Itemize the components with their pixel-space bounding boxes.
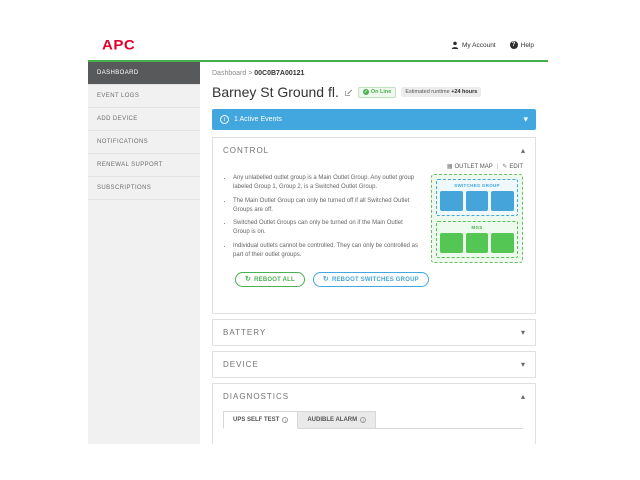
sidebar-item-renewal-support[interactable]: RENEWAL SUPPORT [88, 154, 200, 177]
device-section: DEVICE ▾ [212, 351, 536, 379]
breadcrumb-device-id: 00C0B7A00121 [254, 70, 305, 77]
reboot-all-button[interactable]: ↻ REBOOT ALL [235, 272, 305, 288]
runtime-label: Estimated runtime [405, 89, 452, 95]
control-note: Switched Outlet Groups can only be turne… [233, 219, 419, 238]
outlet-square[interactable] [440, 233, 463, 253]
control-links: ▦ OUTLET MAP | ✎ EDIT [213, 163, 535, 174]
tab-ups-self-test[interactable]: UPS SELF TEST i [223, 411, 299, 430]
sidebar: DASHBOARD EVENT LOGS ADD DEVICE NOTIFICA… [88, 62, 200, 444]
page-canvas: APC My Account ? Help DASHBOARD EVENT LO… [0, 0, 640, 480]
info-icon: i [282, 417, 289, 424]
active-events-banner[interactable]: i 1 Active Events ▾ [212, 109, 536, 130]
battery-header[interactable]: BATTERY ▾ [213, 320, 535, 345]
topbar-right: My Account ? Help [451, 41, 534, 49]
help-icon: ? [509, 41, 518, 49]
my-account-label: My Account [462, 41, 496, 49]
active-events-label: 1 Active Events [234, 116, 282, 123]
control-body: Any unlabelled outlet group is a Main Ou… [213, 174, 535, 264]
sidebar-item-subscriptions[interactable]: SUBSCRIPTIONS [88, 177, 200, 200]
main-content: Dashboard > 00C0B7A00121 Barney St Groun… [200, 62, 548, 444]
diagnostics-header[interactable]: DIAGNOSTICS ▴ [213, 384, 535, 409]
outlet-square[interactable] [465, 233, 489, 253]
outlet-group-switches-label: SWITCHES GROUP [454, 183, 500, 188]
status-badge-label: On Line [370, 89, 392, 95]
device-title: DEVICE [223, 360, 259, 370]
person-icon [451, 41, 459, 49]
control-section: CONTROL ▴ ▦ OUTLET MAP | ✎ EDIT • Any un… [212, 137, 536, 315]
runtime-badge: Estimated runtime +24 hours [401, 87, 482, 97]
control-header[interactable]: CONTROL ▴ [213, 138, 535, 163]
outlet-row [440, 233, 515, 253]
status-badge: ✓ On Line [357, 86, 397, 98]
chevron-down-icon[interactable]: ▾ [521, 328, 525, 337]
page-title: Barney St Ground fl. [212, 84, 339, 100]
reboot-switches-label: REBOOT SWITCHES GROUP [331, 276, 419, 283]
outlet-group-main[interactable]: MGS [436, 221, 518, 258]
apc-logo: APC [102, 37, 136, 53]
app-window: APC My Account ? Help DASHBOARD EVENT LO… [88, 30, 548, 444]
sidebar-item-add-device[interactable]: ADD DEVICE [88, 108, 200, 131]
tab-bar: UPS SELF TEST i AUDIBLE ALARM i [223, 411, 525, 430]
help-label: Help [520, 41, 534, 49]
chevron-up-icon[interactable]: ▴ [521, 146, 525, 155]
my-account-button[interactable]: My Account [451, 41, 496, 49]
check-icon: ✓ [362, 89, 369, 95]
edit-link-label: EDIT [509, 163, 523, 170]
info-icon: i [220, 115, 229, 124]
tab-audible-alarm[interactable]: AUDIBLE ALARM i [298, 411, 377, 430]
outlet-group-main-label: MGS [471, 225, 483, 230]
sidebar-item-dashboard[interactable]: DASHBOARD [88, 62, 200, 85]
battery-section: BATTERY ▾ [212, 319, 536, 347]
outlet-map-icon: ▦ [446, 164, 453, 170]
diagnostics-tabs: UPS SELF TEST i AUDIBLE ALARM i [213, 409, 535, 444]
tab-ups-self-test-label: UPS SELF TEST [233, 417, 280, 424]
chevron-down-icon[interactable]: ▾ [523, 115, 528, 124]
outlet-map-link[interactable]: ▦ OUTLET MAP [446, 163, 493, 171]
outlet-square[interactable] [491, 233, 515, 253]
control-note: The Main Outlet Group can only be turned… [233, 197, 419, 216]
control-note: Any unlabelled outlet group is a Main Ou… [233, 174, 419, 193]
outlet-map-diagram: SWITCHES GROUP MGS [431, 174, 523, 263]
info-icon: i [360, 417, 367, 424]
control-buttons: ↻ REBOOT ALL ↻ REBOOT SWITCHES GROUP [213, 264, 535, 313]
reboot-switches-group-button[interactable]: ↻ REBOOT SWITCHES GROUP [312, 272, 429, 288]
breadcrumb-dashboard[interactable]: Dashboard [212, 70, 246, 77]
sidebar-item-event-logs[interactable]: EVENT LOGS [88, 85, 200, 108]
edit-device-name-icon[interactable] [344, 88, 353, 97]
body-row: DASHBOARD EVENT LOGS ADD DEVICE NOTIFICA… [88, 62, 548, 444]
tab-panel [223, 428, 523, 444]
pencil-icon: ✎ [502, 164, 508, 170]
diagnostics-title: DIAGNOSTICS [223, 392, 290, 402]
battery-title: BATTERY [223, 328, 267, 338]
outlet-row [440, 191, 515, 211]
control-title: CONTROL [223, 146, 270, 155]
control-notes-list: Any unlabelled outlet group is a Main Ou… [223, 174, 419, 264]
edit-link[interactable]: ✎ EDIT [502, 163, 523, 171]
outlet-square[interactable] [465, 191, 489, 211]
runtime-value: +24 hours [451, 89, 478, 95]
help-button[interactable]: ? Help [509, 41, 534, 49]
chevron-up-icon[interactable]: ▴ [521, 392, 525, 401]
outlet-square[interactable] [491, 191, 515, 211]
outlet-group-switches[interactable]: SWITCHES GROUP [436, 179, 518, 216]
device-header[interactable]: DEVICE ▾ [213, 352, 535, 377]
title-row: Barney St Ground fl. ✓ On Line Estimated… [212, 84, 536, 100]
refresh-icon: ↻ [322, 276, 329, 284]
breadcrumb: Dashboard > 00C0B7A00121 [212, 70, 536, 77]
refresh-icon: ↻ [245, 276, 252, 284]
topbar: APC My Account ? Help [88, 30, 548, 62]
links-divider: | [496, 163, 499, 170]
reboot-all-label: REBOOT ALL [254, 276, 295, 283]
chevron-down-icon[interactable]: ▾ [521, 360, 525, 369]
diagnostics-section: DIAGNOSTICS ▴ UPS SELF TEST i AUDIBLE AL… [212, 383, 536, 444]
control-note: Individual outlets cannot be controlled.… [233, 242, 419, 261]
breadcrumb-separator: > [248, 70, 253, 77]
outlet-square[interactable] [440, 191, 463, 211]
outlet-map-link-label: OUTLET MAP [454, 163, 493, 170]
sidebar-item-notifications[interactable]: NOTIFICATIONS [88, 131, 200, 154]
tab-audible-alarm-label: AUDIBLE ALARM [307, 417, 358, 424]
